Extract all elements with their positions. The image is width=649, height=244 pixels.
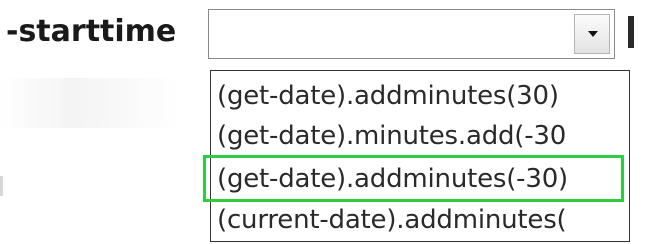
- dropdown-toggle-button[interactable]: [574, 14, 610, 54]
- chevron-down-icon: [588, 31, 598, 37]
- dropdown-list: (get-date).addminutes(30) (get-date).min…: [210, 70, 630, 242]
- dropdown-option-minutes-add[interactable]: (get-date).minutes.add(-30: [217, 117, 566, 155]
- background-blur: [0, 78, 180, 128]
- dropdown-option-addminutes-30[interactable]: (get-date).addminutes(30): [217, 77, 559, 115]
- starttime-parameter-label: -starttime: [6, 14, 177, 49]
- dropdown-option-current-date[interactable]: (current-date).addminutes(: [217, 201, 567, 239]
- starttime-combobox[interactable]: [208, 9, 615, 59]
- cursor-bar: [628, 16, 634, 48]
- dropdown-option-addminutes-minus-30[interactable]: (get-date).addminutes(-30): [217, 160, 568, 198]
- left-edge-mark: [0, 176, 3, 196]
